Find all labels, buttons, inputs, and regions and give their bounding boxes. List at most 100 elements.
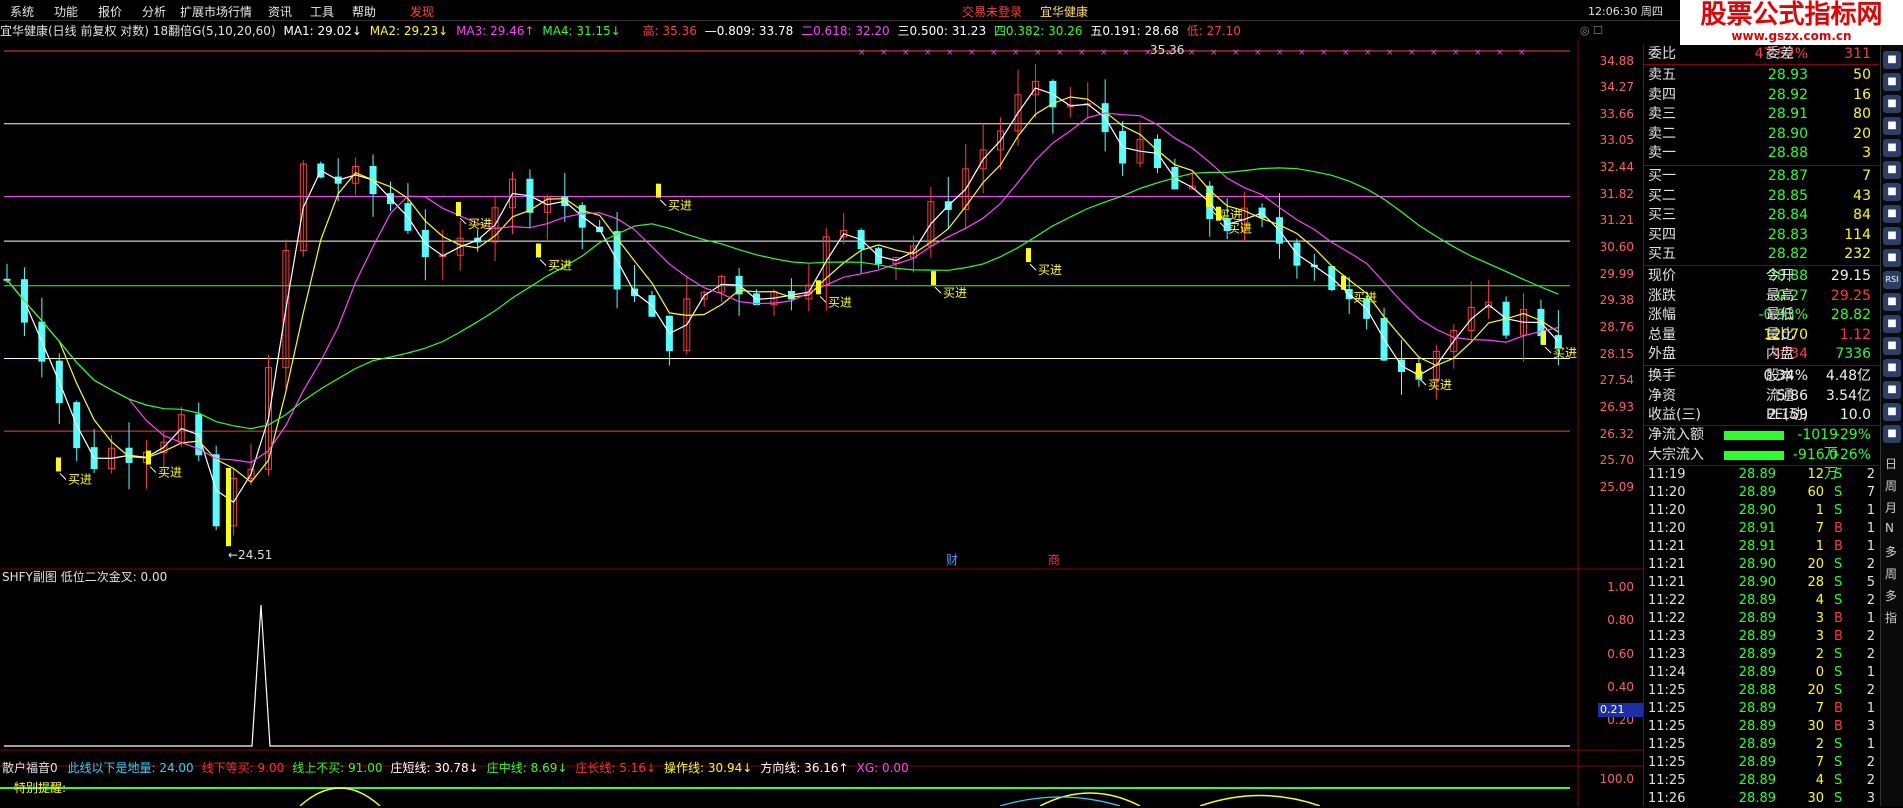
list-icon[interactable]: ■	[1883, 117, 1901, 135]
book-price: 28.93	[1767, 67, 1808, 83]
weicha-value: 311	[1844, 46, 1871, 62]
zoom-icon[interactable]: ■	[1883, 359, 1901, 377]
buy-bar	[1416, 363, 1421, 378]
link-icon[interactable]: ■	[1883, 381, 1901, 399]
alarm-icon[interactable]: ■	[1883, 249, 1901, 267]
menu-item-quote[interactable]: 报价	[98, 3, 122, 20]
news-icon[interactable]: ■	[1883, 161, 1901, 179]
period-button[interactable]: 周	[1885, 565, 1897, 582]
f10-icon[interactable]: ■	[1883, 205, 1901, 223]
panel-controls[interactable]: ◎ ☐	[1580, 24, 1610, 37]
fib-0809: —0.809: 33.78	[704, 24, 794, 38]
stat-label: 涨跌	[1648, 287, 1676, 304]
period-button[interactable]: 多	[1885, 587, 1897, 604]
book-price: 28.87	[1767, 168, 1808, 184]
top-x-marker: ×	[1452, 48, 1460, 58]
period-button[interactable]: 月	[1885, 499, 1897, 516]
info-icon[interactable]: ■	[1883, 139, 1901, 157]
tick-side: S	[1834, 503, 1843, 518]
book-row[interactable]: 买一 28.87 7	[1644, 167, 1879, 186]
menu-item-ext-market[interactable]: 扩展市场行情	[180, 3, 252, 20]
book-row[interactable]: 买二 28.85 43	[1644, 187, 1879, 206]
sub1-tick: 0.60	[1607, 647, 1634, 661]
tick-row: 11:25 28.89 30 B 3	[1644, 718, 1879, 736]
pen-icon[interactable]: ■	[1883, 337, 1901, 355]
buy-label: 买进	[828, 295, 852, 309]
fin-value-2: 4.48亿	[1825, 368, 1871, 384]
sub2-item: 庄长线: 5.16↓	[575, 761, 657, 775]
period-button[interactable]: 周	[1885, 477, 1897, 494]
top-x-marker: ×	[1474, 48, 1482, 58]
tick-volume: 12	[1807, 467, 1824, 482]
calc-icon[interactable]: ■	[1883, 227, 1901, 245]
menu-item-system[interactable]: 系统	[10, 3, 34, 20]
sub1-tick: 0.40	[1607, 680, 1634, 694]
sub1-plot	[4, 604, 1570, 747]
top-x-marker: ×	[1034, 48, 1042, 58]
menu-item-tools[interactable]: 工具	[310, 3, 334, 20]
period-button[interactable]: 日	[1885, 455, 1897, 472]
menu-item-function[interactable]: 功能	[54, 3, 78, 20]
doc-icon[interactable]: ■	[1883, 425, 1901, 443]
tick-side: S	[1834, 467, 1843, 482]
book-row[interactable]: 卖一 28.88 3	[1644, 144, 1879, 163]
stat-label-2: 量比	[1766, 326, 1794, 343]
book-label: 买一	[1648, 168, 1676, 184]
chart-icon[interactable]: ■	[1883, 51, 1901, 69]
tick-side: S	[1834, 755, 1843, 770]
tick-price: 28.89	[1738, 773, 1776, 788]
tick-count: 1	[1866, 701, 1875, 716]
menu-item-help[interactable]: 帮助	[352, 3, 376, 20]
period-button[interactable]: 指	[1885, 609, 1897, 626]
sub1-tick: 0.80	[1607, 613, 1634, 627]
price-tick: 32.44	[1599, 160, 1634, 174]
book-label: 卖三	[1648, 106, 1676, 122]
sub2-item: XG: 0.00	[856, 761, 909, 775]
tick-price: 28.89	[1738, 467, 1776, 482]
menu-item-discover[interactable]: 发现	[410, 3, 434, 20]
menu-item-analysis[interactable]: 分析	[142, 3, 166, 20]
price-tick: 29.99	[1599, 267, 1634, 281]
price-tick: 29.38	[1599, 293, 1634, 307]
table-icon[interactable]: ■	[1883, 73, 1901, 91]
book-row[interactable]: 买三 28.84 84	[1644, 206, 1879, 225]
flow-row: 净流入额 -1019万 -29%	[1644, 426, 1879, 462]
star-icon[interactable]: ■	[1883, 403, 1901, 421]
gear-icon[interactable]: ■	[1883, 315, 1901, 333]
buy-arrow	[659, 199, 667, 207]
top-x-marker: ×	[1386, 48, 1394, 58]
buy-label: 买进	[468, 217, 492, 231]
finance-marker[interactable]: 财	[946, 551, 958, 568]
business-marker[interactable]: 商	[1048, 551, 1060, 568]
grid-icon[interactable]: ■	[1883, 95, 1901, 113]
book-row[interactable]: 卖三 28.91 80	[1644, 105, 1879, 124]
period-button[interactable]: N	[1885, 521, 1894, 535]
sub2-item: 庄中线: 8.69↓	[486, 761, 568, 775]
price-tick: 31.21	[1599, 213, 1634, 227]
rsi-icon[interactable]: RSI	[1883, 271, 1901, 289]
tick-time: 11:23	[1648, 647, 1686, 662]
book-row[interactable]: 卖二 28.90 20	[1644, 125, 1879, 144]
book-row[interactable]: 买四 28.83 114	[1644, 226, 1879, 245]
book-row[interactable]: 买五 28.82 232	[1644, 245, 1879, 264]
buy-arrow	[1419, 378, 1427, 386]
tick-time: 11:26	[1648, 791, 1686, 806]
book-label: 买三	[1648, 207, 1676, 223]
tick-volume: 7	[1815, 521, 1824, 536]
tick-count: 2	[1866, 755, 1875, 770]
fin-row: 换手 0.34% 股本 4.48亿	[1644, 367, 1879, 386]
stock-name-title: 宜华健康	[1040, 5, 1089, 19]
kline-chart[interactable]: × × × × × × × × × × × × × × × × × × × × × × × × × × × × × × × 买进 买进买进买进…	[0, 40, 1643, 806]
menu-item-news[interactable]: 资讯	[268, 3, 292, 20]
book-row[interactable]: 卖五 28.93 50	[1644, 66, 1879, 85]
period-button[interactable]: 多	[1885, 543, 1897, 560]
book-row[interactable]: 卖四 28.92 16	[1644, 86, 1879, 105]
tick-price: 28.90	[1738, 557, 1776, 572]
sub2-item: 操作线: 30.94↓	[664, 761, 753, 775]
buy-bar	[816, 280, 821, 295]
login-status[interactable]: 交易未登录	[962, 3, 1022, 20]
price-axis: 34.88 34.27 33.66 33.05 32.44 31.82 31.2…	[1572, 40, 1642, 570]
rank-icon[interactable]: ■	[1883, 183, 1901, 201]
tick-row: 11:19 28.89 12 S 2	[1644, 466, 1879, 484]
bar-icon[interactable]: ■	[1883, 293, 1901, 311]
